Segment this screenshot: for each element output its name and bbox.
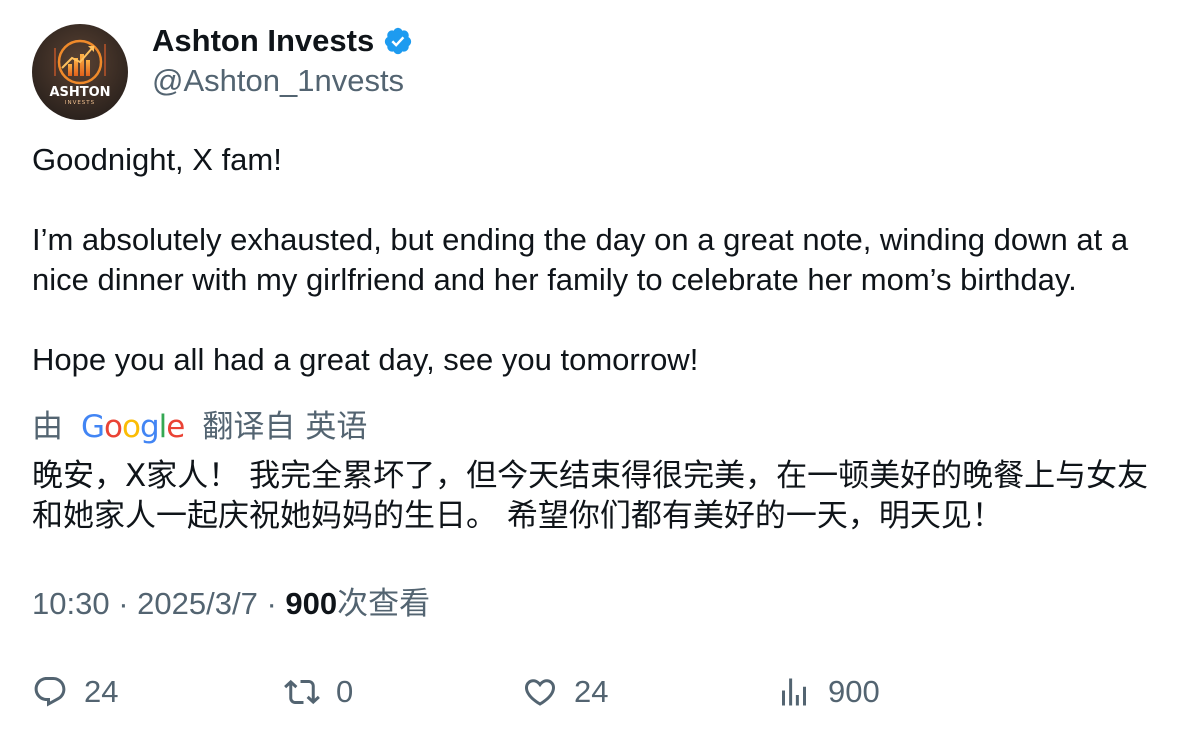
translation-source-language: 英语 (305, 409, 368, 444)
meta-separator: · (266, 586, 277, 621)
translated-text: 晚安，X家人！ 我完全累坏了，但今天结束得很完美，在一顿美好的晚餐上与女友和她家… (32, 458, 1149, 534)
avatar-sub-text: INVESTS (65, 100, 95, 106)
google-logo: Google (81, 409, 185, 445)
translation-prefix: 由 (32, 409, 63, 444)
translation-action: 翻译自 (202, 409, 296, 444)
tweet-meta: 10:30 · 2025/3/7 · 900次查看 (32, 584, 430, 624)
repost-count: 0 (336, 674, 354, 709)
heart-icon (524, 679, 556, 706)
repost-icon (284, 679, 320, 705)
tweet-paragraph: Hope you all had a great day, see you to… (32, 342, 699, 377)
avatar[interactable]: ASHTON INVESTS (32, 24, 128, 120)
tweet-date[interactable]: 2025/3/7 (137, 586, 258, 621)
repost-button[interactable]: 0 (284, 672, 353, 712)
meta-separator: · (118, 586, 129, 621)
views-button[interactable]: 900 (776, 672, 880, 712)
tweet-paragraph: I’m absolutely exhausted, but ending the… (32, 222, 1129, 297)
tweet-text: Goodnight, X fam! I’m absolutely exhaust… (32, 140, 1172, 380)
reply-icon (34, 677, 66, 707)
views-label: 次查看 (337, 586, 431, 621)
views-action-count: 900 (828, 674, 880, 709)
verified-badge-icon (383, 26, 413, 56)
display-name[interactable]: Ashton Invests (152, 22, 413, 60)
views-count: 900 (285, 586, 338, 621)
like-count: 24 (574, 674, 609, 709)
avatar-brand-text: ASHTON (49, 85, 110, 100)
like-button[interactable]: 24 (522, 672, 608, 712)
ashton-invests-logo: ASHTON INVESTS (32, 24, 128, 120)
reply-button[interactable]: 24 (32, 672, 118, 712)
analytics-icon (782, 678, 806, 706)
user-handle[interactable]: @Ashton_1nvests (152, 62, 404, 100)
action-bar: 24 0 24 900 (32, 672, 1172, 712)
translation-attribution: 由 Google 翻译自 英语 (32, 406, 367, 448)
tweet-time[interactable]: 10:30 (32, 586, 110, 621)
reply-count: 24 (84, 674, 119, 709)
display-name-text: Ashton Invests (152, 23, 375, 58)
tweet-paragraph: Goodnight, X fam! (32, 142, 282, 177)
